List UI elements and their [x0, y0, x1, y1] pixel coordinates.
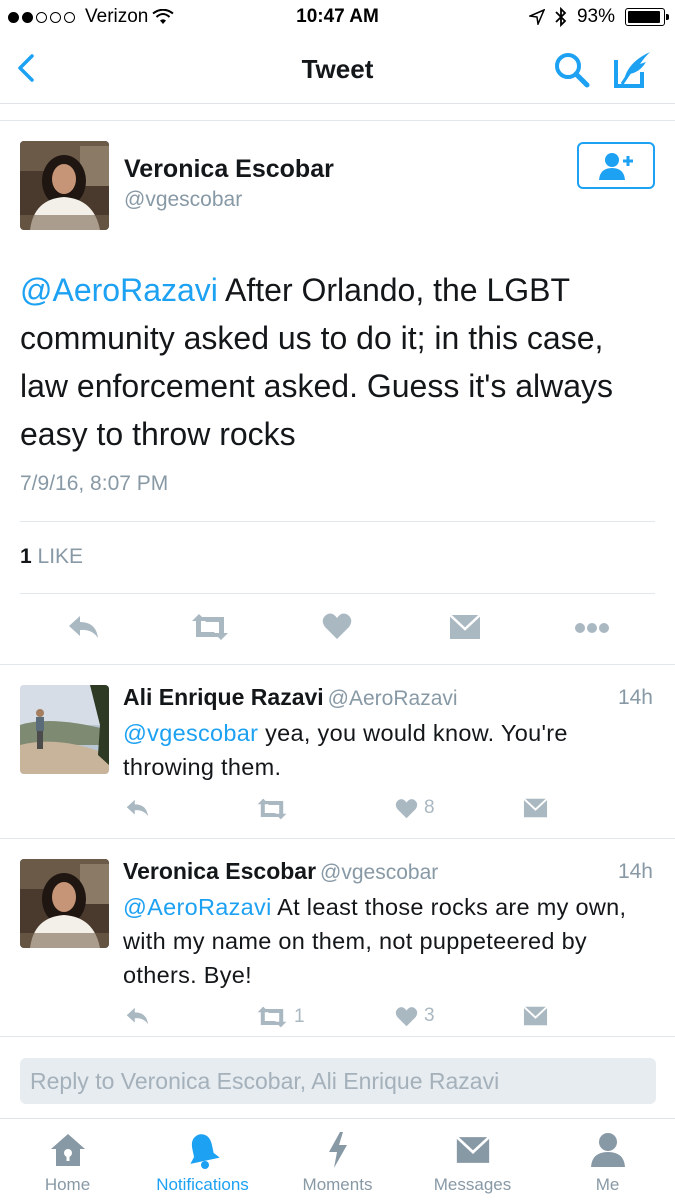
divider	[20, 593, 655, 594]
reply-author-name[interactable]: Veronica Escobar @vgescobar	[123, 858, 438, 885]
follow-button[interactable]	[577, 142, 655, 189]
tab-label: Me	[595, 1175, 620, 1194]
divider	[0, 664, 675, 665]
location-arrow-icon	[528, 9, 545, 25]
retweet-count: 1	[294, 1006, 305, 1027]
reply-author-handle: @vgescobar	[320, 861, 439, 884]
bell-icon	[189, 1134, 220, 1169]
reply-text: @vgescobar yea, you would know. You're t…	[123, 716, 643, 784]
like-count: 3	[424, 1005, 435, 1026]
reply-icon	[126, 1007, 148, 1025]
reply-author-handle: @AeroRazavi	[327, 687, 458, 710]
direct-message-button[interactable]	[449, 614, 481, 640]
compose-tweet-icon[interactable]	[612, 48, 654, 90]
navigation-bar: Tweet	[0, 34, 675, 104]
direct-message-button[interactable]	[523, 798, 548, 818]
tab-label: Home	[44, 1175, 91, 1194]
envelope-icon	[523, 798, 548, 818]
divider	[0, 120, 675, 121]
reply-input[interactable]: Reply to Veronica Escobar, Ali Enrique R…	[20, 1058, 656, 1104]
reply-author-name[interactable]: Ali Enrique Razavi @AeroRazavi	[123, 684, 458, 711]
retweet-button[interactable]: 1	[256, 1005, 305, 1029]
tab-label: Moments	[302, 1175, 373, 1194]
divider	[20, 521, 655, 522]
like-count-number: 1	[20, 545, 32, 568]
add-user-icon	[599, 152, 633, 180]
avatar[interactable]	[20, 141, 109, 230]
tab-notifications[interactable]: Notifications	[135, 1129, 270, 1195]
retweet-icon	[192, 614, 228, 640]
author-name[interactable]: Veronica Escobar	[124, 155, 334, 184]
tweet-actions	[0, 608, 675, 648]
battery-percent: 93%	[576, 6, 615, 27]
tab-home[interactable]: Home	[0, 1129, 135, 1195]
reply-button[interactable]	[124, 1005, 150, 1027]
tweet-timestamp: 7/9/16, 8:07 PM	[20, 472, 169, 495]
tab-label: Messages	[433, 1175, 512, 1194]
reply-time: 14h	[617, 860, 653, 883]
heart-icon	[395, 1006, 418, 1026]
like-button[interactable]	[322, 612, 352, 640]
reply-text: @AeroRazavi At least those rocks are my …	[123, 890, 643, 992]
envelope-icon	[523, 1006, 548, 1026]
battery-icon	[625, 8, 669, 26]
like-count: 8	[424, 797, 435, 818]
more-button[interactable]	[574, 622, 610, 634]
mention-link[interactable]: @AeroRazavi	[123, 894, 272, 920]
heart-icon	[322, 613, 352, 639]
direct-message-button[interactable]	[523, 1006, 548, 1026]
tab-me[interactable]: Me	[540, 1129, 675, 1195]
tab-moments[interactable]: Moments	[270, 1129, 405, 1195]
author-handle[interactable]: @vgescobar	[124, 188, 242, 212]
like-count[interactable]: 1 LIKE	[20, 545, 83, 569]
reply-button[interactable]	[124, 797, 150, 819]
mention-link[interactable]: @vgescobar	[123, 720, 258, 746]
avatar[interactable]	[20, 859, 109, 948]
retweet-button[interactable]	[190, 612, 230, 642]
bluetooth-icon	[555, 7, 567, 27]
divider	[0, 838, 675, 839]
reply-time: 14h	[617, 686, 653, 709]
envelope-icon	[449, 614, 481, 639]
home-icon	[50, 1134, 85, 1166]
more-dots-icon	[575, 623, 609, 633]
retweet-icon	[257, 1006, 287, 1028]
envelope-icon	[455, 1136, 490, 1163]
heart-icon	[395, 798, 418, 818]
person-icon	[590, 1133, 625, 1167]
retweet-icon	[257, 798, 287, 820]
divider	[0, 1036, 675, 1037]
tab-messages[interactable]: Messages	[405, 1129, 540, 1195]
reply-author-display-name: Veronica Escobar	[123, 858, 317, 884]
reply-icon	[69, 616, 98, 638]
mention-link[interactable]: @AeroRazavi	[20, 272, 218, 308]
like-count-label: LIKE	[37, 545, 84, 568]
reply-icon	[126, 799, 148, 817]
tab-label: Notifications	[156, 1175, 249, 1194]
status-bar: Verizon 10:47 AM 93%	[0, 0, 675, 34]
lightning-icon	[328, 1132, 347, 1168]
reply-author-display-name: Ali Enrique Razavi	[123, 684, 324, 710]
search-icon[interactable]	[552, 50, 592, 90]
avatar[interactable]	[20, 685, 109, 774]
tweet-text: @AeroRazavi After Orlando, the LGBT comm…	[20, 266, 660, 458]
like-button[interactable]: 3	[395, 1005, 435, 1027]
like-button[interactable]: 8	[395, 797, 435, 819]
retweet-button[interactable]	[256, 797, 294, 821]
tab-bar: Home Notifications Moments Messages Me	[0, 1118, 675, 1200]
reply-button[interactable]	[66, 612, 100, 642]
